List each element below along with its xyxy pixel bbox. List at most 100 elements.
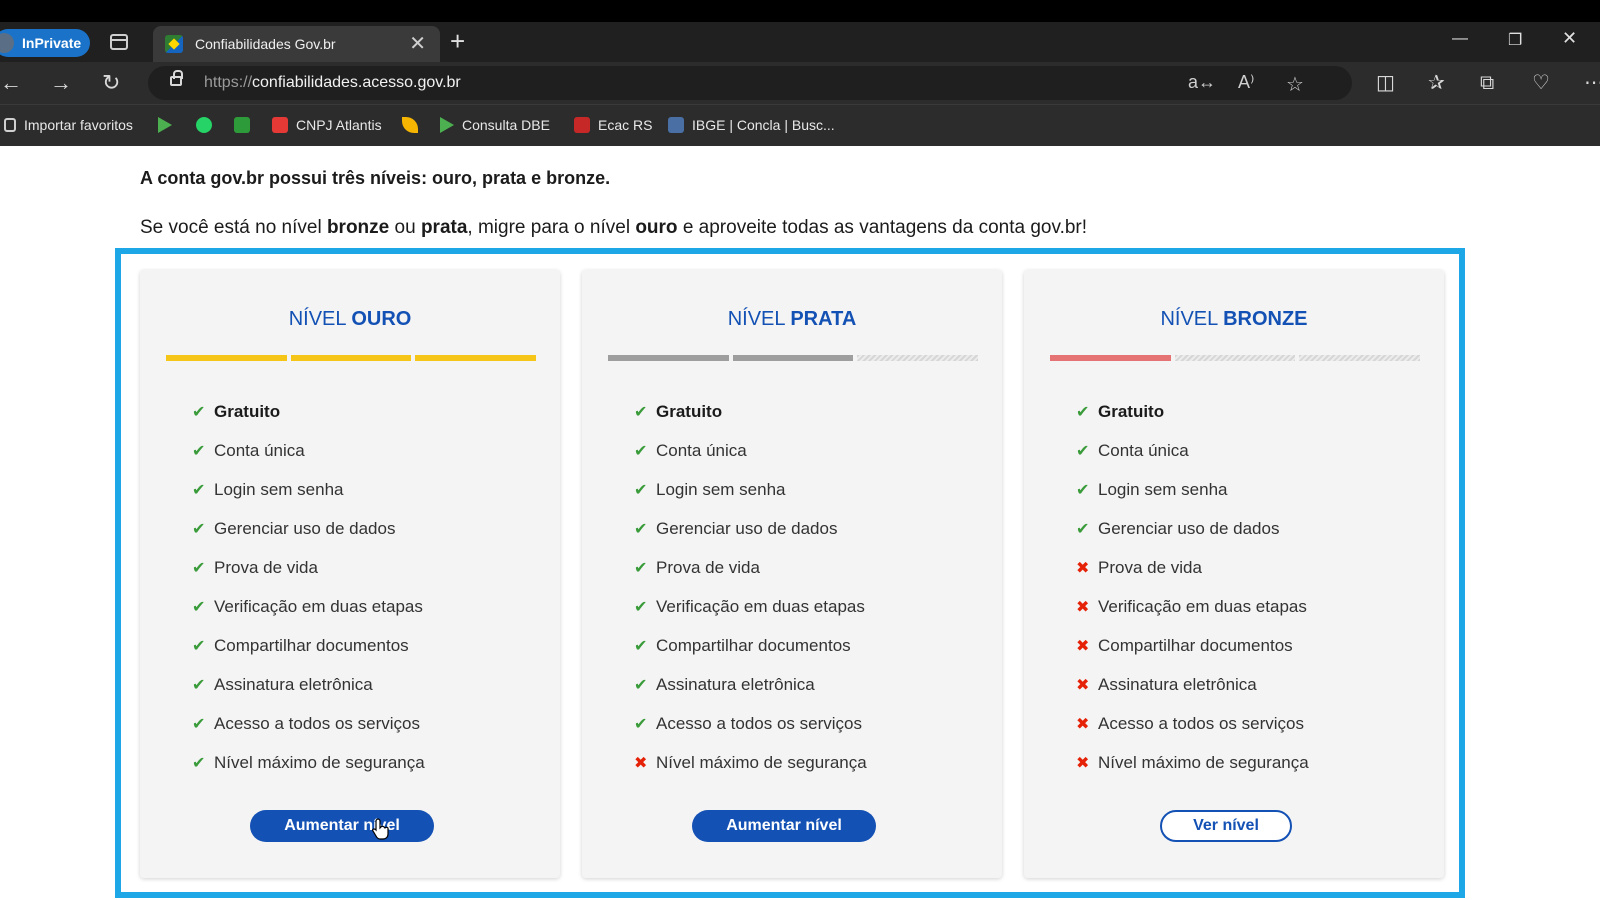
ibge-icon <box>668 117 684 133</box>
feature-item: ✔ Gerenciar uso de dados <box>192 509 425 548</box>
feature-label: Nível máximo de segurança <box>1098 752 1309 772</box>
arrow-bookmark-icon <box>440 117 454 133</box>
govbr-favicon-icon <box>165 35 183 53</box>
feature-label: Login sem senha <box>656 479 786 499</box>
favorites-icon[interactable]: ✰ <box>1428 70 1445 96</box>
feature-item: ✔ Conta única <box>192 431 425 470</box>
more-menu-icon[interactable]: ⋯ <box>1584 70 1600 96</box>
close-icon[interactable]: ✕ <box>409 34 426 54</box>
feature-item: ✖ Prova de vida <box>1076 548 1309 587</box>
feature-item: ✖ Nível máximo de segurança <box>1076 743 1309 782</box>
inprivate-label: InPrivate <box>22 35 82 51</box>
title-bar <box>0 0 1600 22</box>
feature-label: Login sem senha <box>1098 479 1228 499</box>
feature-label: Acesso a todos os serviços <box>214 713 420 733</box>
level-title: NÍVEL PRATA <box>727 308 857 330</box>
bookmark-ibge-concla[interactable]: IBGE | Concla | Busc... <box>668 117 835 133</box>
collections-icon[interactable]: ⧉ <box>1480 70 1494 96</box>
gov-flag-icon <box>234 117 250 133</box>
feature-item: ✔ Gratuito <box>1076 392 1309 431</box>
minimize-icon[interactable]: — <box>1452 30 1468 48</box>
translate-icon[interactable]: a↔ <box>1188 72 1216 93</box>
tab-title: Confiabilidades Gov.br <box>195 36 336 52</box>
lock-icon[interactable] <box>170 70 183 86</box>
feature-label: Gerenciar uso de dados <box>656 518 838 538</box>
check-icon: ✔ <box>192 481 206 499</box>
cross-icon: ✖ <box>1076 676 1090 694</box>
bookmark-arrow-1[interactable] <box>158 117 180 133</box>
check-icon: ✔ <box>192 442 206 460</box>
cross-icon: ✖ <box>1076 598 1090 616</box>
bookmark-cnpj-atlantis[interactable]: CNPJ Atlantis <box>272 117 382 133</box>
aumentar-nivel-button-prata[interactable]: Aumentar nível <box>692 810 876 842</box>
cross-icon: ✖ <box>1076 559 1090 577</box>
tab-actions-icon[interactable] <box>110 34 128 50</box>
refresh-icon[interactable]: ↻ <box>102 70 120 96</box>
feature-list: ✔ Gratuito ✔ Conta única ✔ Login sem senha ✔ Ge… <box>1076 392 1309 782</box>
feature-label: Gerenciar uso de dados <box>214 518 396 538</box>
bookmark-whatsapp[interactable] <box>196 117 220 133</box>
feature-label: Assinatura eletrônica <box>1098 674 1257 694</box>
progress-segment <box>1050 355 1171 361</box>
progress-segment <box>1174 355 1296 361</box>
feature-label: Nível máximo de segurança <box>656 752 867 772</box>
cross-icon: ✖ <box>1076 754 1090 772</box>
address-bar[interactable]: https://confiabilidades.acesso.gov.br a↔… <box>148 66 1352 100</box>
check-icon: ✔ <box>634 442 648 460</box>
feature-label: Nível máximo de segurança <box>214 752 425 772</box>
browser-essentials-icon[interactable]: ♡ <box>1532 70 1550 96</box>
check-icon: ✔ <box>634 715 648 733</box>
feature-list: ✔ Gratuito ✔ Conta única ✔ Login sem senha ✔ Ge… <box>634 392 867 782</box>
feature-item: ✔ Assinatura eletrônica <box>634 665 867 704</box>
feature-label: Gerenciar uso de dados <box>1098 518 1280 538</box>
page-headline: A conta gov.br possui três níveis: ouro,… <box>140 168 611 188</box>
check-icon: ✔ <box>192 637 206 655</box>
favorite-star-icon[interactable]: ☆ <box>1286 72 1304 97</box>
progress-segment <box>608 355 729 361</box>
cross-icon: ✖ <box>1076 637 1090 655</box>
feature-label: Assinatura eletrônica <box>214 674 373 694</box>
feature-item: ✔ Assinatura eletrônica <box>192 665 425 704</box>
feature-item: ✖ Verificação em duas etapas <box>1076 587 1309 626</box>
feature-item: ✖ Assinatura eletrônica <box>1076 665 1309 704</box>
feature-label: Gratuito <box>214 401 281 421</box>
aumentar-nivel-button-ouro[interactable]: Aumentar nível <box>250 810 434 842</box>
check-icon: ✔ <box>634 520 648 538</box>
active-tab[interactable]: Confiabilidades Gov.br ✕ <box>153 26 440 62</box>
cross-icon: ✖ <box>634 754 648 772</box>
bookmark-importar-favoritos[interactable]: Importar favoritos <box>4 117 133 133</box>
check-icon: ✔ <box>192 715 206 733</box>
feature-label: Login sem senha <box>214 479 344 499</box>
forward-icon[interactable]: → <box>50 70 72 96</box>
read-aloud-icon[interactable]: A⁾ <box>1238 72 1254 93</box>
inprivate-badge[interactable]: InPrivate <box>0 29 90 57</box>
bookmark-ecac-rs[interactable]: Ecac RS <box>574 117 652 133</box>
feature-item: ✔ Login sem senha <box>634 470 867 509</box>
feature-item: ✔ Conta única <box>1076 431 1309 470</box>
check-icon: ✔ <box>192 520 206 538</box>
back-icon[interactable]: ← <box>0 70 22 96</box>
feature-item: ✔ Gerenciar uso de dados <box>634 509 867 548</box>
new-tab-icon[interactable]: + <box>450 26 465 56</box>
feature-item: ✔ Compartilhar documentos <box>634 626 867 665</box>
feature-label: Verificação em duas etapas <box>656 596 865 616</box>
feature-label: Compartilhar documentos <box>1098 635 1293 655</box>
feather-icon <box>402 117 418 133</box>
restore-icon[interactable]: ❐ <box>1508 30 1522 50</box>
bookmark-gov[interactable] <box>234 117 258 133</box>
url-text[interactable]: https://confiabilidades.acesso.gov.br <box>204 74 461 92</box>
progress-segment <box>415 355 537 361</box>
hand-cursor-icon <box>372 818 389 840</box>
feature-item: ✖ Acesso a todos os serviços <box>1076 704 1309 743</box>
level-title: NÍVEL BRONZE <box>1160 308 1308 330</box>
window-close-icon[interactable]: ✕ <box>1562 28 1577 49</box>
split-screen-icon[interactable]: ◫ <box>1376 70 1395 96</box>
bookmark-consulta-dbe[interactable]: Consulta DBE <box>440 117 550 133</box>
ver-nivel-button-bronze[interactable]: Ver nível <box>1160 810 1292 842</box>
level-card-prata: NÍVEL PRATA ✔ Gratuito ✔ Conta única ✔ Login s… <box>582 270 1002 878</box>
check-icon: ✔ <box>1076 403 1090 421</box>
feature-item: ✔ Verificação em duas etapas <box>192 587 425 626</box>
feature-item: ✔ Compartilhar documentos <box>192 626 425 665</box>
check-icon: ✔ <box>634 481 648 499</box>
bookmark-feather[interactable] <box>402 117 426 133</box>
